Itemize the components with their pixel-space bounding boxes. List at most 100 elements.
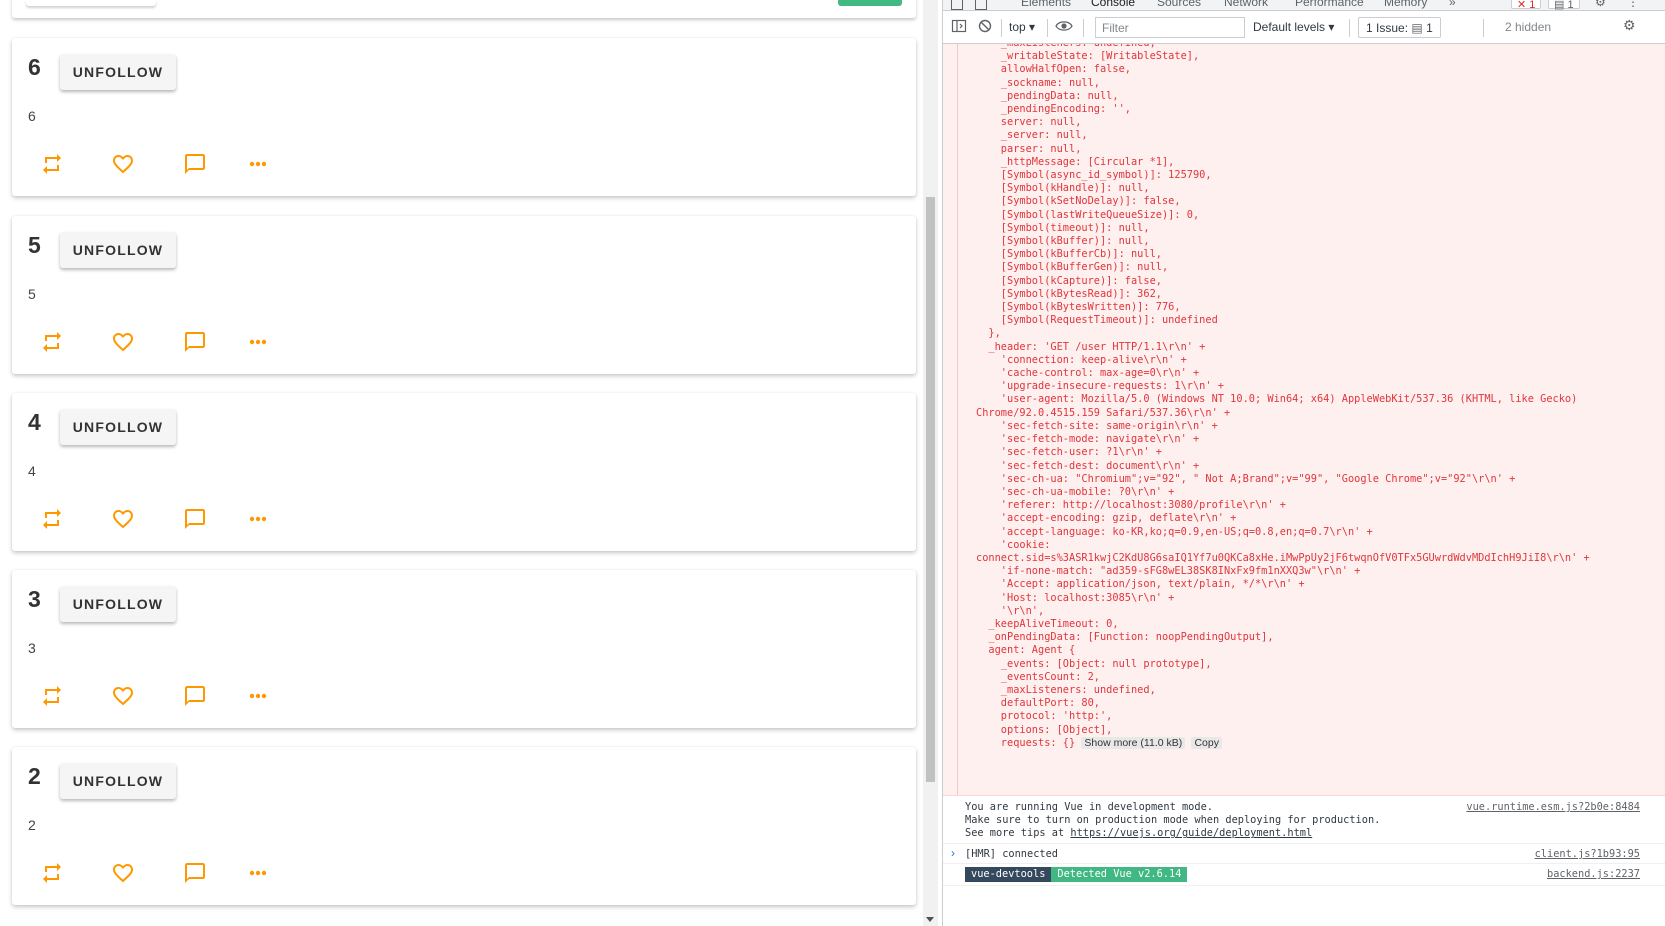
post-number: 4	[28, 409, 41, 435]
post-card: 4 UNFOLLOW 4	[12, 393, 916, 551]
error-message: _maxListeners: undefined, _writableState…	[943, 44, 1665, 796]
hmr-source-link[interactable]: client.js?1b93:95	[1535, 848, 1640, 861]
hmr-log: [HMR] connected client.js?1b93:95	[943, 844, 1665, 864]
comment-icon[interactable]	[183, 330, 207, 354]
vue-deployment-link[interactable]: https://vuejs.org/guide/deployment.html	[1070, 827, 1312, 839]
error-line: [Symbol(async_id_symbol)]: 125790,	[976, 169, 1212, 182]
post-number: 2	[28, 763, 41, 789]
error-line: '\r\n',	[976, 604, 1045, 617]
unfollow-button[interactable]: UNFOLLOW	[60, 763, 176, 799]
show-more-button[interactable]: Show more (11.0 kB)	[1081, 736, 1186, 749]
device-toolbar-icon[interactable]	[975, 0, 987, 10]
kebab-menu-icon[interactable]: ⋮	[1627, 0, 1639, 9]
more-tabs-icon[interactable]: »	[1449, 0, 1456, 9]
error-line: connect.sid=s%3ASR1kwjC2KdU8G6saIQ1Yf7u0…	[976, 551, 1590, 564]
message-count-badge[interactable]: ▤ 1	[1548, 0, 1580, 10]
error-line: _onPendingData: [Function: noopPendingOu…	[976, 631, 1274, 644]
log-levels-dropdown[interactable]: Default levels ▾	[1253, 20, 1334, 34]
console-prompt[interactable]: ›	[951, 846, 955, 860]
more-icon[interactable]	[246, 507, 270, 531]
error-line: [Symbol(kBytesRead)]: 362,	[976, 287, 1162, 300]
previous-post-green-button[interactable]	[838, 0, 902, 6]
screen: 6 UNFOLLOW 6 5 UNFOLLOW 5 4 UNFOLLOW 4 3 UNFOLLOW 3…	[0, 0, 1665, 926]
post-content: 4	[28, 463, 36, 479]
sidebar-toggle-icon[interactable]	[951, 18, 967, 37]
error-line: _httpMessage: [Circular *1],	[976, 155, 1175, 168]
comment-icon[interactable]	[183, 152, 207, 176]
error-line: agent: Agent {	[976, 644, 1076, 657]
tab-performance[interactable]: Performance	[1295, 0, 1364, 9]
devtools-tab-bar: Elements Console Sources Network Perform…	[943, 0, 1665, 11]
error-line: protocol: 'http:',	[976, 710, 1113, 723]
more-icon[interactable]	[246, 152, 270, 176]
vue-dev-source-link[interactable]: vue.runtime.esm.js?2b0e:8484	[1466, 801, 1640, 814]
comment-icon[interactable]	[183, 684, 207, 708]
error-line: [Symbol(kBufferCb)]: null,	[976, 248, 1162, 261]
unfollow-button[interactable]: UNFOLLOW	[60, 54, 176, 90]
retweet-icon[interactable]	[40, 152, 64, 176]
vue-dev-line-1: You are running Vue in development mode.	[965, 801, 1213, 813]
console-output: _maxListeners: undefined, _writableState…	[943, 44, 1665, 926]
heart-icon[interactable]	[111, 507, 135, 531]
app-scrollbar[interactable]	[923, 0, 938, 926]
post-card: 3 UNFOLLOW 3	[12, 570, 916, 728]
retweet-icon[interactable]	[40, 861, 64, 885]
error-count-badge[interactable]: ✕ 1	[1511, 0, 1542, 11]
post-content: 5	[28, 286, 36, 302]
error-line: options: [Object],	[976, 723, 1113, 736]
retweet-icon[interactable]	[40, 507, 64, 531]
settings-gear-icon[interactable]: ⚙	[1595, 0, 1606, 9]
post-number: 6	[28, 54, 41, 80]
heart-icon[interactable]	[111, 330, 135, 354]
more-icon[interactable]	[246, 861, 270, 885]
console-toolbar: top ▾ Default levels ▾ 1 Issue: ▤ 1 2 hi…	[943, 12, 1665, 44]
unfollow-button[interactable]: UNFOLLOW	[60, 232, 176, 268]
retweet-icon[interactable]	[40, 684, 64, 708]
heart-icon[interactable]	[111, 684, 135, 708]
post-content: 6	[28, 108, 36, 124]
backend-source-link[interactable]: backend.js:2237	[1547, 868, 1640, 881]
vue-dev-line-3: See more tips at	[965, 827, 1071, 840]
issue-count: 1	[1426, 21, 1433, 35]
console-settings-gear-icon[interactable]: ⚙	[1623, 17, 1636, 34]
tab-console[interactable]: Console	[1091, 0, 1135, 9]
more-icon[interactable]	[246, 330, 270, 354]
tab-sources[interactable]: Sources	[1157, 0, 1201, 9]
scroll-down-arrow-icon[interactable]	[926, 917, 934, 922]
inspect-element-icon[interactable]	[951, 0, 963, 10]
console-filter-input[interactable]	[1095, 17, 1245, 38]
error-line: _keepAliveTimeout: 0,	[976, 617, 1119, 630]
error-line: _writableState: [WritableState],	[976, 50, 1200, 63]
toolbar-divider	[1001, 19, 1002, 37]
error-line: [Symbol(lastWriteQueueSize)]: 0,	[976, 208, 1200, 221]
log-levels-label: Default levels	[1253, 20, 1326, 34]
tab-elements[interactable]: Elements	[1021, 0, 1071, 9]
error-line: 'referer: http://localhost:3080/profile\…	[976, 499, 1286, 512]
context-selector[interactable]: top ▾	[1009, 20, 1035, 34]
issues-button[interactable]: 1 Issue: ▤ 1	[1358, 17, 1441, 38]
error-line: 'connection: keep-alive\r\n' +	[976, 353, 1187, 366]
comment-icon[interactable]	[183, 861, 207, 885]
post-card: 2 UNFOLLOW 2	[12, 747, 916, 905]
tab-memory[interactable]: Memory	[1384, 0, 1427, 9]
more-icon[interactable]	[246, 684, 270, 708]
app-scrollbar-thumb[interactable]	[926, 197, 935, 782]
previous-post-button[interactable]	[26, 0, 156, 6]
clear-console-icon[interactable]	[977, 18, 993, 37]
unfollow-button[interactable]: UNFOLLOW	[60, 409, 176, 445]
error-count: 1	[1529, 0, 1536, 11]
error-line: _header: 'GET /user HTTP/1.1\r\n' +	[976, 340, 1206, 353]
heart-icon[interactable]	[111, 861, 135, 885]
error-line: 'accept-encoding: gzip, deflate\r\n' +	[976, 512, 1237, 525]
app-feed: 6 UNFOLLOW 6 5 UNFOLLOW 5 4 UNFOLLOW 4 3 UNFOLLOW 3…	[0, 0, 932, 926]
issue-message-icon: ▤	[1411, 21, 1423, 35]
error-line: [Symbol(kSetNoDelay)]: false,	[976, 195, 1181, 208]
tab-network[interactable]: Network	[1224, 0, 1268, 9]
live-expression-eye-icon[interactable]	[1055, 19, 1073, 36]
unfollow-button[interactable]: UNFOLLOW	[60, 586, 176, 622]
copy-button[interactable]: Copy	[1191, 736, 1222, 749]
error-line: [Symbol(kBufferGen)]: null,	[976, 261, 1169, 274]
comment-icon[interactable]	[183, 507, 207, 531]
retweet-icon[interactable]	[40, 330, 64, 354]
heart-icon[interactable]	[111, 152, 135, 176]
